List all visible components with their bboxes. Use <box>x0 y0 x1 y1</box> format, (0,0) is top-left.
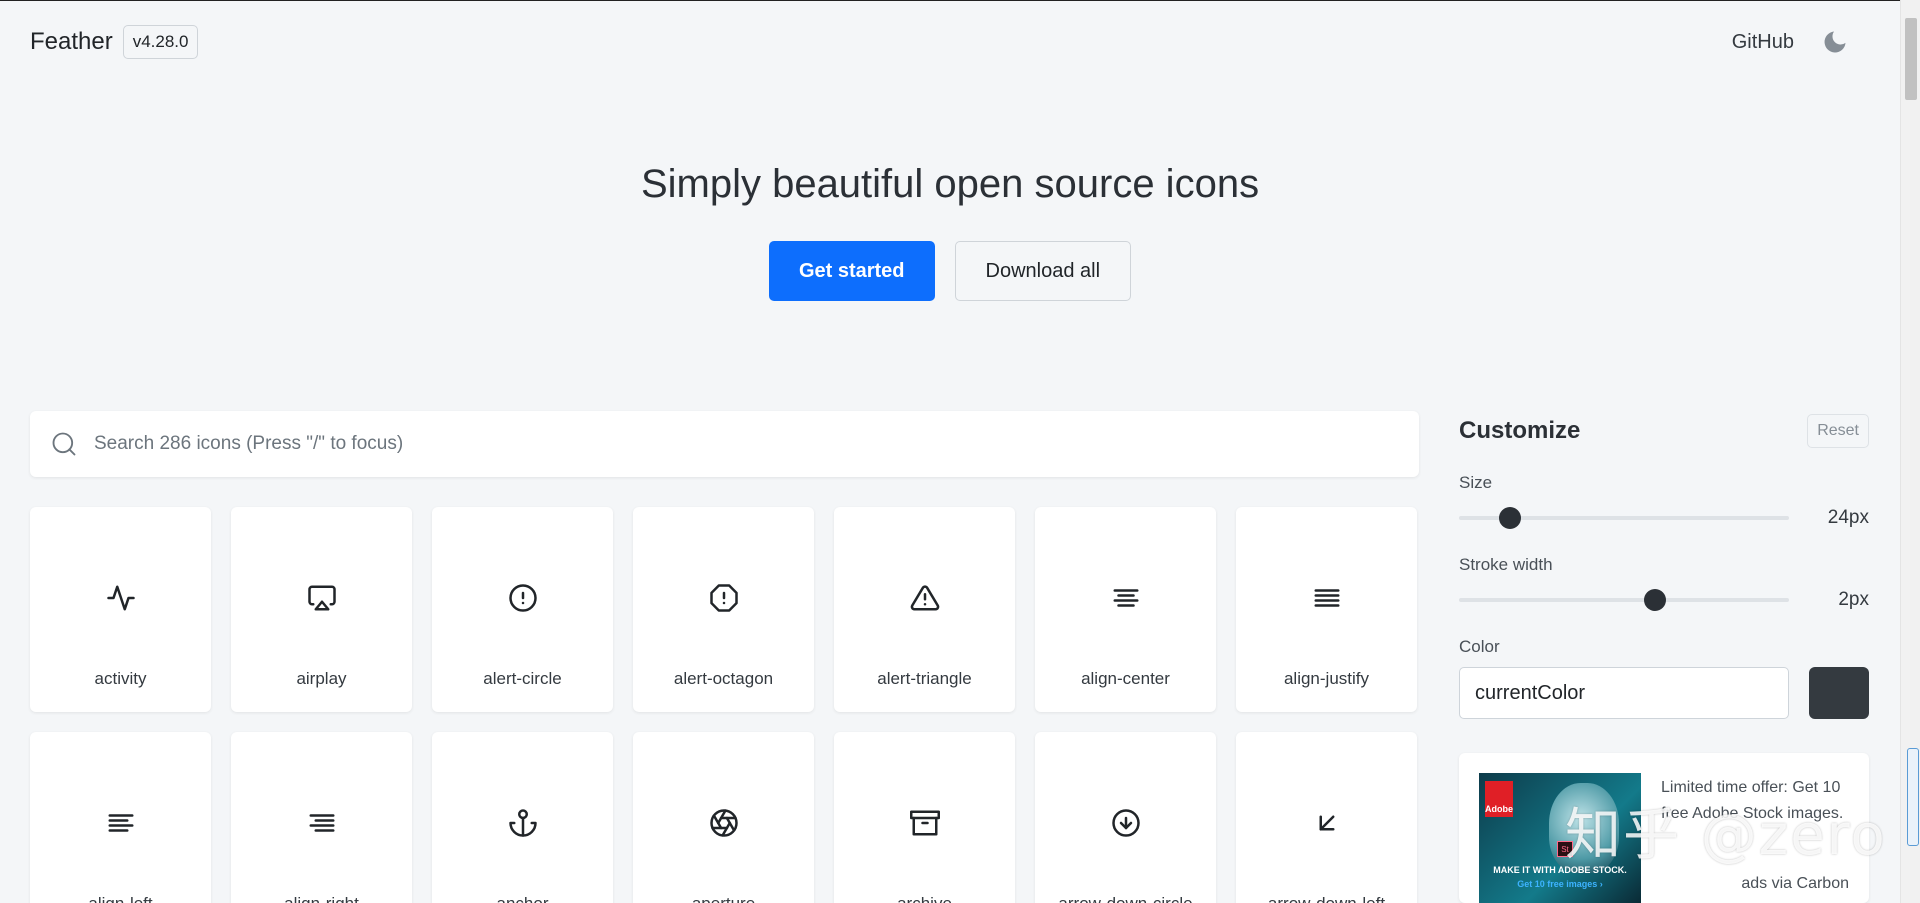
size-slider-thumb[interactable] <box>1499 507 1522 529</box>
page-scrollbar[interactable] <box>1900 0 1920 903</box>
get-started-button[interactable]: Get started <box>768 241 935 301</box>
alert-octagon-icon <box>709 584 738 612</box>
align-justify-icon <box>1314 589 1339 607</box>
icon-label: alert-octagon <box>673 669 774 688</box>
archive-icon <box>909 810 940 836</box>
version-badge[interactable]: v4.28.0 <box>122 25 199 59</box>
stroke-width-value: 2px <box>1838 589 1869 610</box>
size-row: 24px <box>1459 503 1869 533</box>
stroke-width-slider[interactable] <box>1459 585 1789 615</box>
alert-triangle-icon <box>910 585 939 611</box>
hero-title: Simply beautiful open source icons <box>640 162 1260 206</box>
color-row <box>1459 667 1869 719</box>
download-all-button[interactable]: Download all <box>954 241 1132 301</box>
icon-label: align-right <box>231 894 412 903</box>
color-label: Color <box>1459 637 1500 656</box>
icon-tile-align-right[interactable]: align-right <box>231 732 412 903</box>
icon-tile-activity[interactable]: activity <box>30 507 211 712</box>
icon-label: alert-triangle <box>877 669 972 688</box>
customize-panel: Customize Reset Size 24px Stroke width 2… <box>1459 411 1869 719</box>
reset-button[interactable]: Reset <box>1807 414 1869 448</box>
search-bar[interactable] <box>30 411 1419 477</box>
ad-via-link[interactable]: ads via Carbon <box>1741 875 1849 893</box>
icon-label: align-left <box>30 894 211 903</box>
stroke-width-label: Stroke width <box>1459 555 1553 574</box>
stroke-width-row: 2px <box>1459 585 1869 615</box>
anchor-icon <box>508 809 537 837</box>
icon-label: arrow-down-left <box>1236 894 1417 903</box>
icon-tile-align-center[interactable]: align-center <box>1035 507 1216 712</box>
color-input[interactable] <box>1459 667 1789 719</box>
icon-tile-alert-triangle[interactable]: alert-triangle <box>834 507 1015 712</box>
header-actions: GitHub <box>1732 27 1870 57</box>
scrollbar-thumb[interactable] <box>1905 18 1917 100</box>
icon-label: align-center <box>1081 669 1170 688</box>
icon-tile-arrow-down-left[interactable]: arrow-down-left <box>1236 732 1417 903</box>
icon-label: activity <box>94 669 147 688</box>
icon-label: arrow-down-circle <box>1035 894 1216 903</box>
hero-actions: Get started Download all <box>0 241 1900 301</box>
brand-logo[interactable]: Feather <box>30 28 113 56</box>
search-input[interactable] <box>94 433 1394 455</box>
icon-tile-align-left[interactable]: align-left <box>30 732 211 903</box>
arrow-down-left-icon <box>1319 815 1334 831</box>
icon-tile-arrow-down-circle[interactable]: arrow-down-circle <box>1035 732 1216 903</box>
site-header: Feather v4.28.0 GitHub <box>0 0 1900 84</box>
icon-tile-airplay[interactable]: airplay <box>231 507 412 712</box>
color-swatch[interactable] <box>1809 667 1869 719</box>
stroke-width-slider-track <box>1459 598 1789 602</box>
customize-header: Customize Reset <box>1459 411 1869 451</box>
icon-label: archive <box>834 894 1015 903</box>
align-center-icon <box>1113 589 1138 607</box>
icon-tile-alert-octagon[interactable]: alert-octagon <box>633 507 814 712</box>
icon-label: alert-circle <box>483 669 562 688</box>
align-right-icon <box>309 814 334 832</box>
stroke-width-slider-thumb[interactable] <box>1644 589 1667 611</box>
arrow-down-circle-icon <box>1111 809 1140 837</box>
activity-icon <box>106 585 135 611</box>
icon-label: airplay <box>296 669 347 688</box>
icon-label: anchor <box>432 894 613 903</box>
icon-tile-archive[interactable]: archive <box>834 732 1015 903</box>
github-link[interactable]: GitHub <box>1732 31 1794 54</box>
watermark: 知乎 @zero <box>1565 803 1887 868</box>
search-icon <box>50 430 78 458</box>
customize-title: Customize <box>1459 417 1581 444</box>
size-value: 24px <box>1827 507 1869 528</box>
scroll-widget <box>1907 748 1919 846</box>
alert-circle-icon <box>508 584 537 612</box>
align-left-icon <box>108 814 133 832</box>
size-slider[interactable] <box>1459 503 1789 533</box>
ad-cta: Get 10 free images › <box>1517 879 1603 889</box>
airplay-icon <box>307 585 336 611</box>
aperture-icon <box>709 809 738 837</box>
icon-label: align-justify <box>1283 669 1370 688</box>
icon-tile-alert-circle[interactable]: alert-circle <box>432 507 613 712</box>
moon-icon[interactable] <box>1820 27 1850 57</box>
icon-tile-align-justify[interactable]: align-justify <box>1236 507 1417 712</box>
adobe-logo: Adobe <box>1485 781 1513 817</box>
icon-tile-aperture[interactable]: aperture <box>633 732 814 903</box>
size-label: Size <box>1459 473 1493 492</box>
icon-label: aperture <box>633 894 814 903</box>
icon-tile-anchor[interactable]: anchor <box>432 732 613 903</box>
icon-grid: activity airplay alert-circle alert-octa… <box>30 507 1419 903</box>
